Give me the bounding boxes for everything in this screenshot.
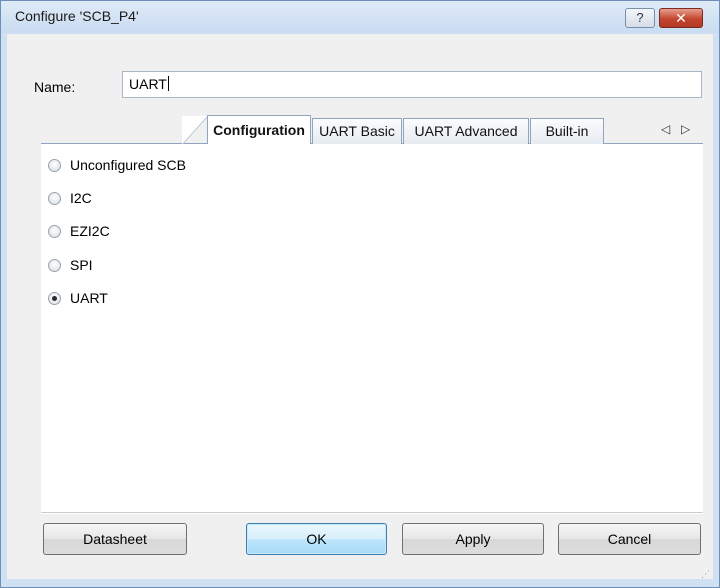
tab-scroll-left-icon[interactable]: ◁ [661,122,670,136]
radio-label: I2C [70,190,92,206]
name-label: Name: [34,79,76,95]
resize-grip-icon[interactable]: ⋰ [701,569,710,580]
ok-button[interactable]: OK [246,523,387,555]
name-input[interactable]: UART [122,71,702,98]
close-button[interactable]: ✕ [659,8,703,28]
radio-button[interactable] [48,259,61,272]
name-input-value: UART [129,76,167,92]
window-title: Configure 'SCB_P4' [15,8,139,24]
radio-label: UART [70,290,108,306]
datasheet-button[interactable]: Datasheet [43,523,187,555]
tab-configuration[interactable]: Configuration [182,115,311,145]
text-caret [167,76,169,91]
help-button[interactable]: ? [625,8,655,28]
radio-label: EZI2C [70,223,110,239]
radio-button-selected[interactable] [48,292,61,305]
tab-scroll-right-icon[interactable]: ▷ [681,122,690,136]
radio-button[interactable] [48,225,61,238]
radio-button[interactable] [48,159,61,172]
tab-uart-basic[interactable]: UART Basic [312,118,402,144]
radio-label: SPI [70,257,93,273]
radio-button[interactable] [48,192,61,205]
configuration-panel [41,144,703,512]
configure-dialog: Configure 'SCB_P4' ? ✕ Name: UART Built-… [0,0,720,588]
tab-uart-advanced[interactable]: UART Advanced [403,118,529,144]
title-bar[interactable]: Configure 'SCB_P4' ? ✕ [1,1,719,33]
radio-label: Unconfigured SCB [70,157,186,173]
button-separator [41,512,703,514]
apply-button[interactable]: Apply [402,523,544,555]
cancel-button[interactable]: Cancel [558,523,701,555]
tab-built-in[interactable]: Built-in [530,118,604,144]
